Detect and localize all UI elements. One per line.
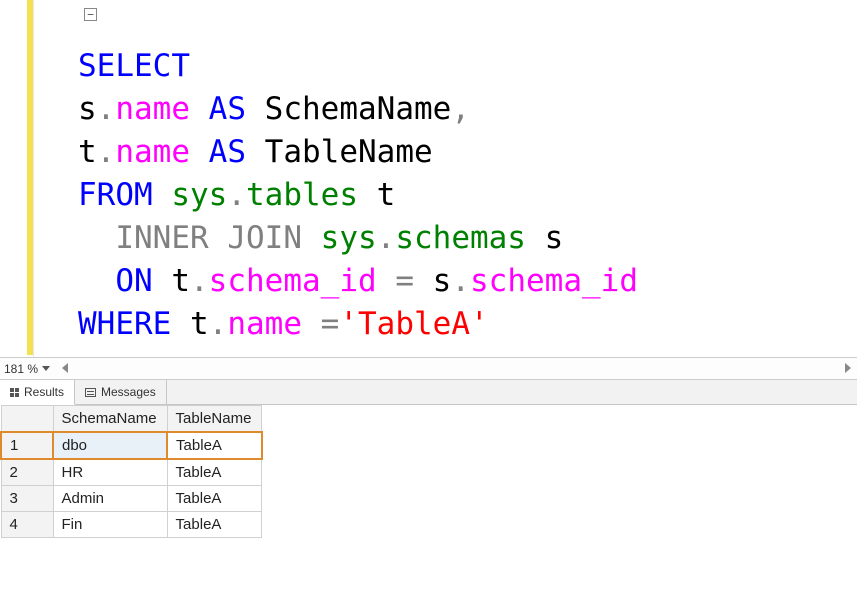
cell-tablename[interactable]: TableA [167,486,262,512]
keyword-select: SELECT [78,48,190,84]
alias-s: s [433,263,452,299]
messages-icon [85,388,96,397]
schema-sys: sys [171,177,227,213]
comma: , [451,91,470,127]
col-header-schemaname[interactable]: SchemaName [53,406,167,433]
code-content[interactable]: −SELECT s.name AS SchemaName, t.name AS … [34,0,638,357]
chevron-down-icon[interactable] [42,366,50,371]
alias-s: s [545,220,564,256]
fold-toggle-icon[interactable]: − [84,8,97,21]
cell-tablename[interactable]: TableA [167,459,262,486]
keyword-join: JOIN [227,220,302,256]
cell-tablename[interactable]: TableA [167,512,262,538]
dot: . [97,91,116,127]
keyword-from: FROM [78,177,153,213]
alias-t: t [190,306,209,342]
alias-t: t [171,263,190,299]
cell-schemaname[interactable]: Admin [53,486,167,512]
dot: . [209,306,228,342]
row-number[interactable]: 1 [1,432,53,459]
grid-corner[interactable] [1,406,53,433]
dot: . [377,220,396,256]
cell-schemaname[interactable]: dbo [53,432,167,459]
table-row[interactable]: 3 Admin TableA [1,486,262,512]
table-row[interactable]: 2 HR TableA [1,459,262,486]
dot: . [451,263,470,299]
col-header-tablename[interactable]: TableName [167,406,262,433]
label-tablename: TableName [265,134,433,170]
dot: . [97,134,116,170]
change-indicator [27,0,33,355]
string-literal: 'TableA' [339,306,488,342]
tab-messages[interactable]: Messages [75,380,167,404]
dot: . [227,177,246,213]
schema-sys: sys [321,220,377,256]
keyword-as: AS [209,91,246,127]
keyword-inner: INNER [115,220,208,256]
op-eq: = [395,263,414,299]
result-tabs: Results Messages [0,380,857,405]
op-eq: = [321,306,340,342]
label-schemaname: SchemaName [265,91,452,127]
col-schema-id: schema_id [209,263,377,299]
row-number[interactable]: 2 [1,459,53,486]
keyword-as: AS [209,134,246,170]
keyword-on: ON [115,263,152,299]
zoom-value[interactable]: 181 % [4,362,38,376]
scroll-left-icon[interactable] [62,363,68,373]
editor-gutter [0,0,34,357]
cell-tablename[interactable]: TableA [167,432,262,459]
alias-t: t [78,134,97,170]
table-row[interactable]: 4 Fin TableA [1,512,262,538]
keyword-where: WHERE [78,306,171,342]
col-name: name [115,91,190,127]
tab-results[interactable]: Results [0,380,75,405]
dot: . [190,263,209,299]
horizontal-scrollbar[interactable] [60,361,853,377]
cell-schemaname[interactable]: HR [53,459,167,486]
col-name: name [227,306,302,342]
table-schemas: schemas [395,220,526,256]
grid-icon [10,388,19,397]
table-row[interactable]: 1 dbo TableA [1,432,262,459]
scroll-right-icon[interactable] [845,363,851,373]
results-grid[interactable]: SchemaName TableName 1 dbo TableA 2 HR T… [0,405,263,538]
col-name: name [115,134,190,170]
sql-editor[interactable]: −SELECT s.name AS SchemaName, t.name AS … [0,0,857,358]
zoom-bar: 181 % [0,358,857,380]
col-schema-id: schema_id [470,263,638,299]
row-number[interactable]: 3 [1,486,53,512]
row-number[interactable]: 4 [1,512,53,538]
table-tables: tables [246,177,358,213]
alias-s: s [78,91,97,127]
tab-label: Results [24,385,64,399]
tab-label: Messages [101,385,156,399]
cell-schemaname[interactable]: Fin [53,512,167,538]
results-panel: SchemaName TableName 1 dbo TableA 2 HR T… [0,405,857,538]
alias-t: t [377,177,396,213]
